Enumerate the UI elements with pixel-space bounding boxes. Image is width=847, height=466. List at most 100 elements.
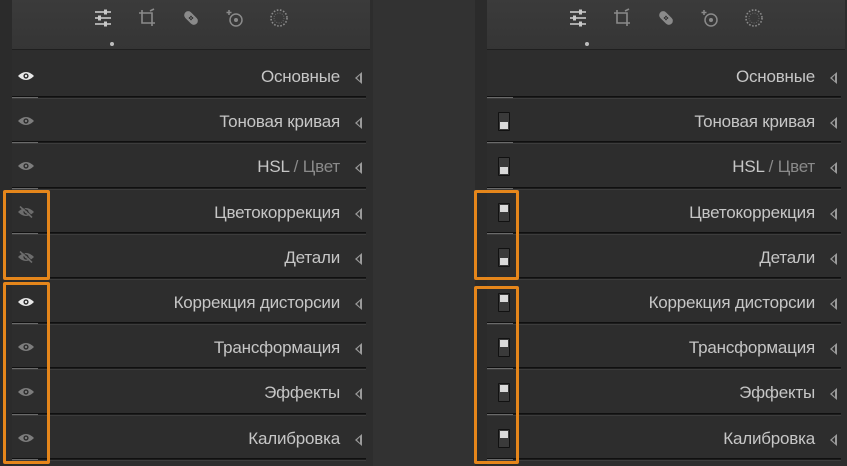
red-eye-icon[interactable] — [699, 6, 721, 30]
divider-highlight — [487, 97, 513, 99]
tool-icons — [92, 6, 290, 30]
radial-filter-icon[interactable] — [268, 6, 290, 30]
section-title-secondary[interactable]: Цвет — [303, 157, 340, 176]
divider-highlight — [12, 368, 38, 370]
collapse-triangle-icon[interactable] — [355, 388, 362, 401]
section-title[interactable]: Цветокоррекция — [689, 203, 815, 223]
section-title[interactable]: Коррекция дисторсии — [174, 293, 341, 313]
section-row[interactable]: Детали — [12, 237, 370, 282]
section-title[interactable]: Коррекция дисторсии — [649, 293, 816, 313]
collapse-triangle-icon[interactable] — [830, 162, 837, 175]
eye-hidden-icon[interactable] — [16, 250, 36, 264]
section-title[interactable]: Эффекты — [264, 383, 340, 403]
right-edge-strip — [475, 0, 487, 466]
section-title[interactable]: Цветокоррекция — [214, 203, 340, 223]
collapse-triangle-icon[interactable] — [830, 388, 837, 401]
eye-icon[interactable] — [16, 295, 36, 309]
collapse-triangle-icon[interactable] — [830, 297, 837, 310]
collapse-triangle-icon[interactable] — [355, 162, 362, 175]
collapse-triangle-icon[interactable] — [355, 433, 362, 446]
healing-brush-icon[interactable] — [180, 6, 202, 30]
section-divider — [487, 231, 841, 235]
switch-knob — [500, 340, 508, 348]
eye-icon[interactable] — [16, 431, 36, 445]
collapse-triangle-icon[interactable] — [355, 72, 362, 84]
section-title[interactable]: Трансформация — [214, 338, 340, 358]
collapse-triangle-icon[interactable] — [355, 252, 362, 265]
section-title[interactable]: Тоновая кривая — [694, 112, 815, 132]
section-divider — [487, 96, 841, 100]
collapse-triangle-icon[interactable] — [830, 252, 837, 265]
section-row[interactable]: Коррекция дисторсии — [487, 282, 845, 327]
tool-icons — [567, 6, 765, 30]
section-title[interactable]: Калибровка — [723, 429, 815, 449]
section-row[interactable]: Трансформация — [487, 327, 845, 372]
section-divider — [12, 367, 366, 371]
section-divider — [487, 186, 841, 190]
section-row[interactable]: HSL / Цвет — [487, 146, 845, 191]
section-row[interactable]: Цветокоррекция — [487, 192, 845, 237]
section-title[interactable]: HSL / Цвет — [257, 157, 340, 177]
section-title[interactable]: Детали — [759, 248, 815, 268]
eye-icon[interactable] — [16, 114, 36, 128]
section-row[interactable]: Основные — [487, 56, 845, 101]
eye-icon[interactable] — [16, 385, 36, 399]
red-eye-icon[interactable] — [224, 6, 246, 30]
eye-icon[interactable] — [16, 159, 36, 173]
section-row[interactable]: Цветокоррекция — [12, 192, 370, 237]
section-row[interactable]: Эффекты — [12, 372, 370, 417]
section-title[interactable]: Трансформация — [689, 338, 815, 358]
radial-filter-icon[interactable] — [743, 6, 765, 30]
eye-icon[interactable] — [16, 340, 36, 354]
eye-icon[interactable] — [16, 69, 36, 83]
section-title[interactable]: Основные — [261, 67, 340, 87]
collapse-triangle-icon[interactable] — [830, 117, 837, 130]
section-title[interactable]: Детали — [284, 248, 340, 268]
collapse-triangle-icon[interactable] — [355, 343, 362, 356]
section-title[interactable]: Тоновая кривая — [219, 112, 340, 132]
panel-toggle-switch[interactable] — [498, 112, 510, 132]
collapse-triangle-icon[interactable] — [830, 343, 837, 356]
collapse-triangle-icon[interactable] — [355, 207, 362, 220]
section-row[interactable]: Калибровка — [12, 418, 370, 463]
section-title[interactable]: Калибровка — [248, 429, 340, 449]
section-title[interactable]: Эффекты — [739, 383, 815, 403]
sliders-icon[interactable] — [567, 6, 589, 30]
section-row[interactable]: Коррекция дисторсии — [12, 282, 370, 327]
panel-toggle-switch[interactable] — [498, 292, 510, 312]
panel-toggle-switch[interactable] — [498, 202, 510, 222]
section-row[interactable]: HSL / Цвет — [12, 146, 370, 191]
collapse-triangle-icon[interactable] — [830, 433, 837, 446]
collapse-triangle-icon[interactable] — [355, 297, 362, 310]
panel-toggle-switch[interactable] — [498, 247, 510, 267]
section-title-secondary[interactable]: Цвет — [778, 157, 815, 176]
crop-icon[interactable] — [136, 6, 158, 30]
section-row[interactable]: Основные — [12, 56, 370, 101]
section-list: Основные Тоновая кривая HSL / Цвет Цветокор… — [12, 56, 370, 463]
tool-strip — [12, 0, 370, 50]
section-title[interactable]: Основные — [736, 67, 815, 87]
healing-brush-icon[interactable] — [655, 6, 677, 30]
section-divider — [12, 457, 366, 461]
section-row[interactable]: Калибровка — [487, 418, 845, 463]
divider-highlight — [487, 187, 513, 189]
collapse-triangle-icon[interactable] — [355, 117, 362, 130]
eye-hidden-icon[interactable] — [16, 205, 36, 219]
panel-toggle-switch[interactable] — [498, 428, 510, 448]
panel-toggle-switch[interactable] — [498, 157, 510, 177]
section-row[interactable]: Тоновая кривая — [12, 101, 370, 146]
panel-toggle-switch[interactable] — [498, 338, 510, 358]
sliders-icon[interactable] — [92, 6, 114, 30]
section-row[interactable]: Трансформация — [12, 327, 370, 372]
section-title[interactable]: HSL / Цвет — [732, 157, 815, 177]
section-row[interactable]: Детали — [487, 237, 845, 282]
panel-toggle-switch[interactable] — [498, 383, 510, 403]
section-divider — [487, 322, 841, 326]
section-row[interactable]: Эффекты — [487, 372, 845, 417]
active-tool-indicator — [585, 42, 589, 46]
section-divider — [12, 141, 366, 145]
crop-icon[interactable] — [611, 6, 633, 30]
collapse-triangle-icon[interactable] — [830, 207, 837, 220]
collapse-triangle-icon[interactable] — [830, 72, 837, 84]
section-row[interactable]: Тоновая кривая — [487, 101, 845, 146]
